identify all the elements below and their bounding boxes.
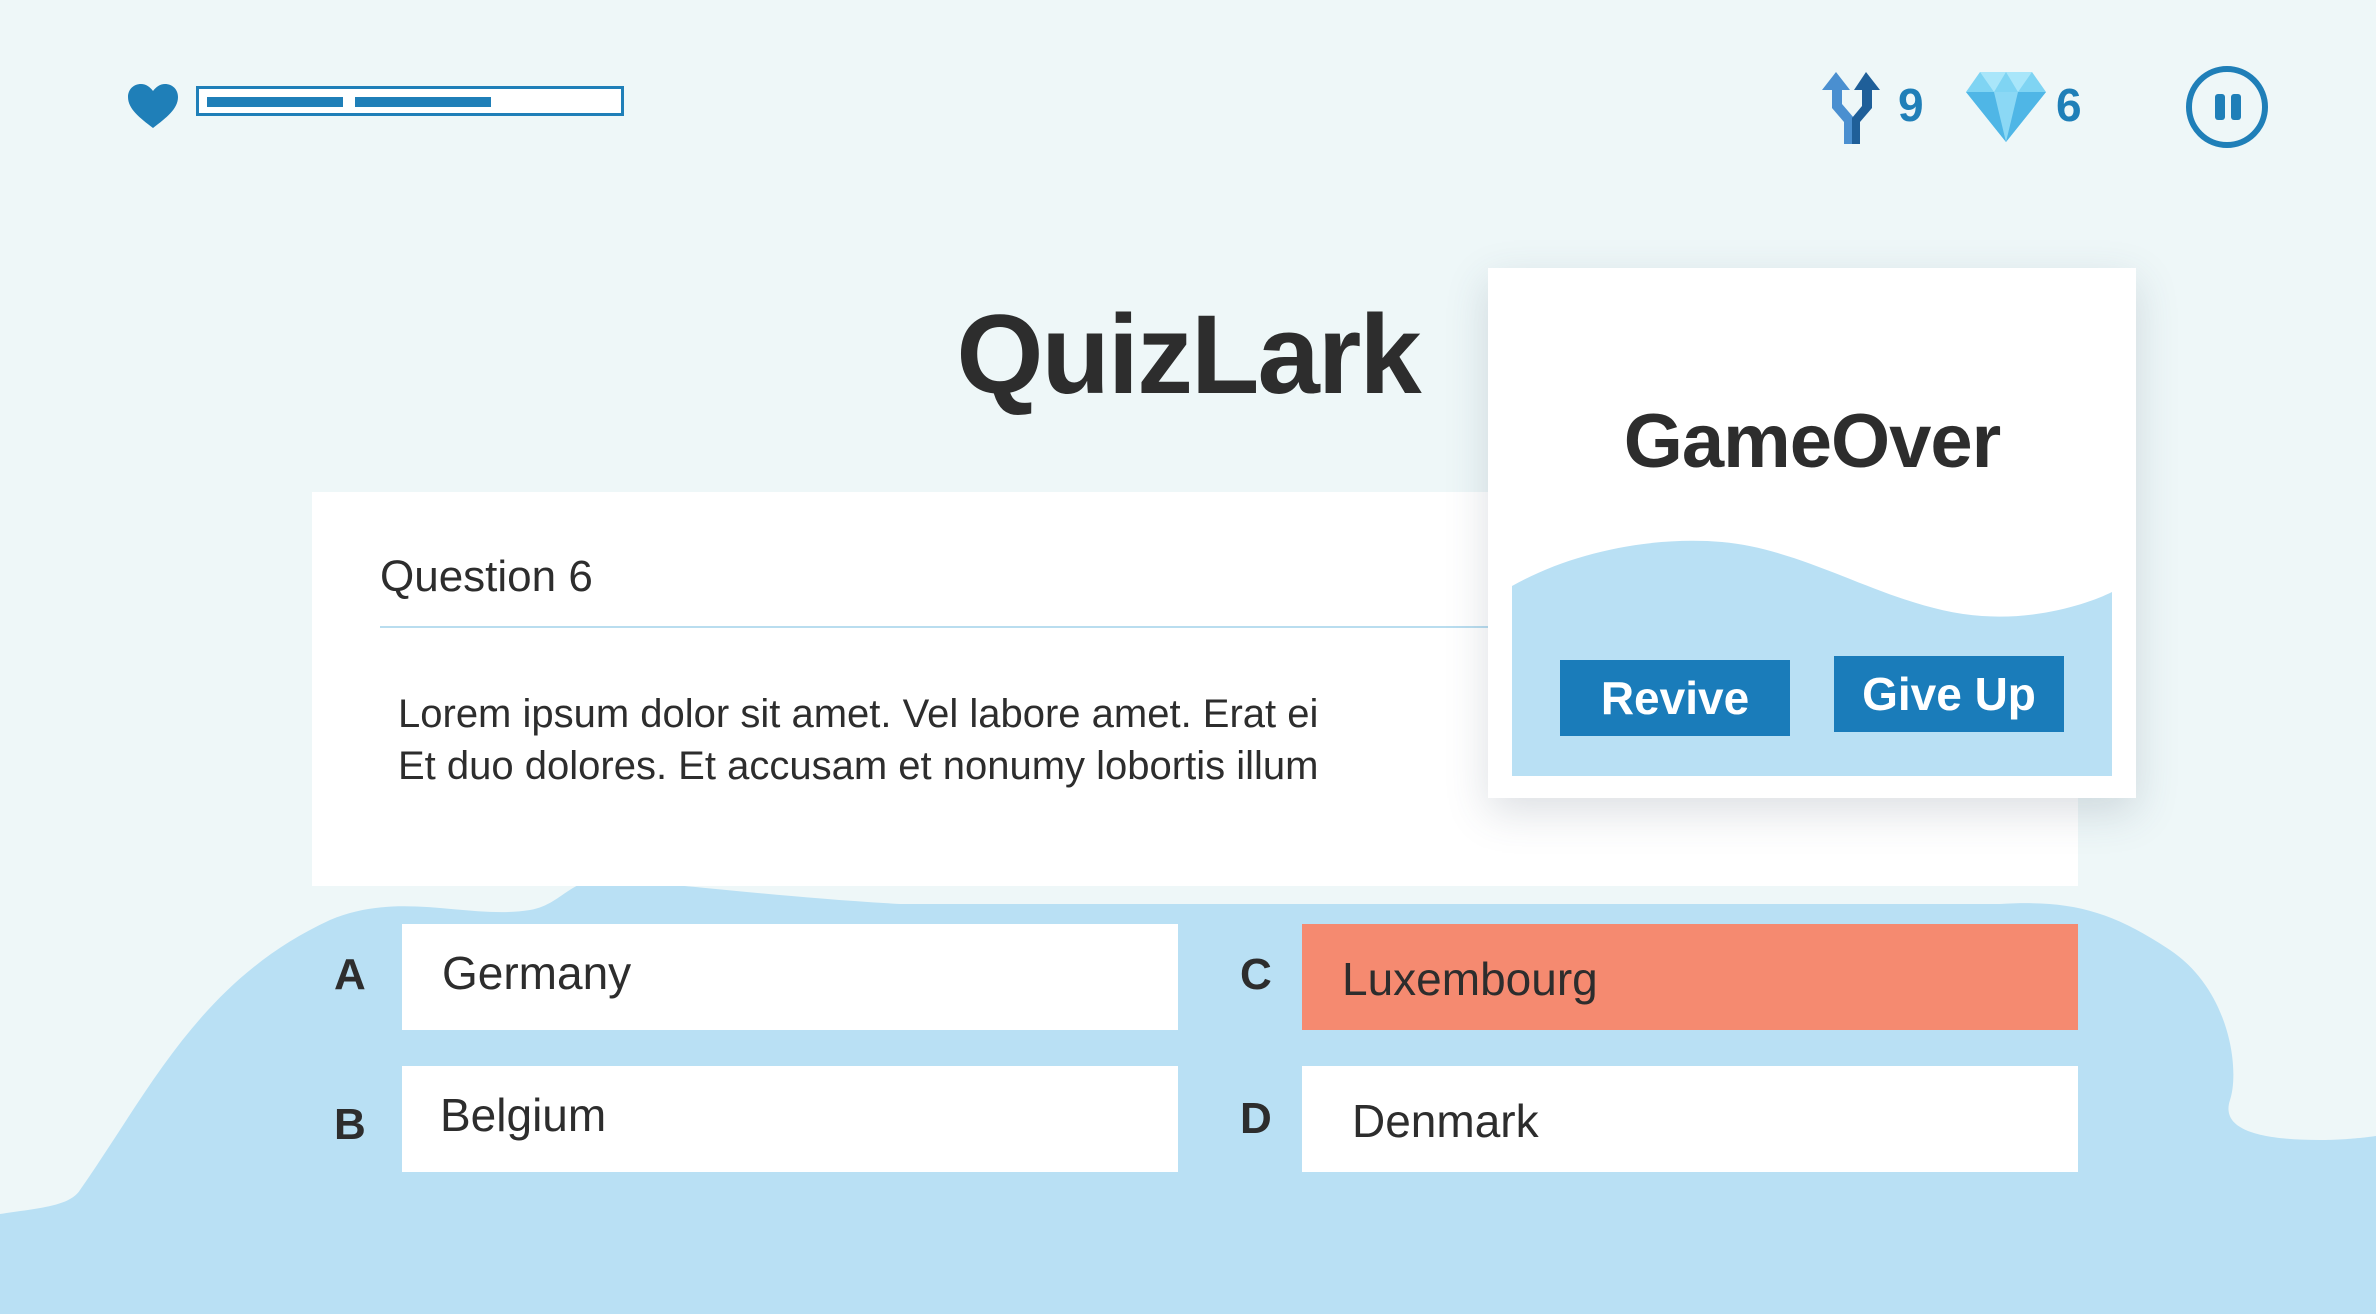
answer-letter-a: A bbox=[334, 950, 366, 999]
answer-option-a[interactable]: Germany bbox=[402, 924, 1178, 1030]
answer-text: Luxembourg bbox=[1342, 953, 1598, 1005]
answer-option-d[interactable]: Denmark bbox=[1302, 1066, 2078, 1172]
answer-text: Belgium bbox=[440, 1089, 607, 1141]
answer-text: Germany bbox=[442, 947, 632, 999]
pause-button[interactable] bbox=[2186, 66, 2268, 148]
split-arrows-icon bbox=[1822, 72, 1880, 144]
answer-letter-c: C bbox=[1240, 950, 1272, 999]
heart-icon bbox=[128, 84, 178, 128]
answer-option-b[interactable]: Belgium bbox=[402, 1066, 1178, 1172]
revive-button[interactable]: Revive bbox=[1560, 660, 1790, 736]
health-fill-segment bbox=[207, 97, 344, 107]
game-over-dialog: GameOver Revive Give Up bbox=[1488, 268, 2136, 798]
question-number: Question 6 bbox=[380, 552, 593, 601]
health-bar bbox=[196, 86, 624, 116]
answer-letter-d: D bbox=[1240, 1094, 1272, 1143]
pause-icon bbox=[2215, 94, 2225, 120]
diamond-icon bbox=[1966, 72, 2046, 142]
answer-option-c[interactable]: Luxembourg bbox=[1302, 924, 2078, 1030]
answer-text: Denmark bbox=[1352, 1095, 1539, 1147]
give-up-button[interactable]: Give Up bbox=[1834, 656, 2064, 732]
skip-count: 9 bbox=[1898, 79, 1924, 131]
gem-count: 6 bbox=[2056, 79, 2082, 131]
answer-letter-b: B bbox=[334, 1100, 366, 1149]
dialog-title: GameOver bbox=[1623, 399, 2001, 484]
health-fill-segment bbox=[355, 97, 492, 107]
pause-icon bbox=[2231, 94, 2241, 120]
